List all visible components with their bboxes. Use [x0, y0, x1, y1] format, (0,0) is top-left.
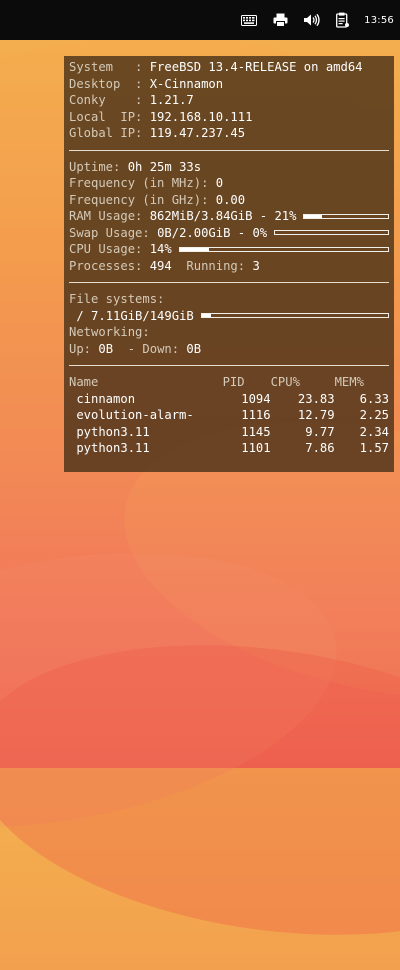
freq-ghz-row: Frequency (in GHz): 0.00	[69, 192, 389, 209]
process-mem: 6.33	[359, 391, 389, 406]
volume-icon[interactable]	[300, 9, 322, 31]
divider	[69, 282, 389, 283]
process-mem: 1.57	[359, 441, 389, 455]
clock[interactable]: 13:56	[364, 15, 394, 26]
ram-usage-bar-fill	[304, 214, 322, 218]
process-pid: 1145	[241, 424, 271, 439]
table-row: evolution-alarm- 1116 12.79 2.25	[69, 407, 389, 424]
filesystems-label: File systems:	[69, 292, 165, 306]
desktop-value: X-Cinnamon	[149, 76, 224, 91]
swap-row: Swap Usage: 0B/2.00GiB - 0%	[69, 225, 389, 242]
ram-value: 862MiB/3.84GiB - 21%	[149, 209, 297, 223]
processes-label: Processes:	[69, 258, 150, 273]
filesystem-usage-value: 7.11GiB/149GiB	[91, 308, 194, 323]
cpu-label: CPU Usage:	[69, 242, 150, 256]
process-pid-header: PID	[222, 375, 245, 389]
process-pid: 1101	[241, 441, 271, 455]
swap-usage-bar	[274, 230, 389, 236]
process-cpu: 9.77	[305, 424, 335, 439]
printer-icon[interactable]	[269, 9, 291, 31]
process-mem-header: MEM%	[334, 375, 364, 389]
process-table: Name PID CPU% MEM% cinnamon 1094 23.83 6…	[69, 374, 389, 457]
ram-usage-bar	[303, 213, 389, 219]
freq-ghz-value: 0.00	[215, 192, 246, 207]
process-name: evolution-alarm-	[69, 408, 194, 422]
freq-mhz-value: 0	[215, 176, 224, 190]
ram-row: RAM Usage: 862MiB/3.84GiB - 21%	[69, 208, 389, 225]
uptime-row: Uptime: 0h 25m 33s	[69, 159, 389, 176]
process-name: cinnamon	[69, 391, 136, 406]
table-row: cinnamon 1094 23.83 6.33	[69, 391, 389, 408]
process-cpu: 12.79	[297, 408, 335, 422]
download-value: 0B	[186, 341, 202, 356]
global-ip-label: Global IP:	[69, 126, 150, 140]
freq-mhz-row: Frequency (in MHz): 0	[69, 175, 389, 192]
freq-ghz-label: Frequency (in GHz):	[69, 192, 216, 207]
local-ip-value: 192.168.10.111	[149, 109, 253, 124]
process-name: python3.11	[69, 441, 150, 455]
process-cpu-header: CPU%	[270, 375, 300, 389]
upload-label: Up:	[69, 341, 99, 356]
clipboard-icon[interactable]	[331, 9, 353, 31]
network-speed-row: Up: 0B - Down: 0B	[69, 341, 389, 358]
cpu-usage-bar	[178, 246, 389, 252]
system-row: System : FreeBSD 13.4-RELEASE on amd64	[69, 59, 389, 76]
conky-value: 1.21.7	[149, 93, 194, 107]
divider	[69, 149, 389, 151]
swap-label: Swap Usage:	[69, 225, 158, 240]
process-pid: 1116	[241, 408, 271, 422]
running-value: 3	[252, 258, 260, 273]
uptime-value: 0h 25m 33s	[127, 159, 202, 174]
processes-row: Processes: 494 Running: 3	[69, 258, 389, 275]
process-cpu: 23.83	[297, 391, 335, 406]
local-ip-row: Local IP: 192.168.10.111	[69, 109, 389, 126]
uptime-label: Uptime:	[69, 159, 128, 174]
process-pid: 1094	[241, 391, 271, 406]
filesystems-header-row: File systems:	[69, 291, 389, 308]
table-row: python3.11 1101 7.86 1.57	[69, 440, 389, 457]
process-name-header: Name	[69, 375, 99, 389]
networking-label: Networking:	[69, 325, 150, 339]
running-label: Running:	[171, 258, 253, 273]
filesystem-mount: /	[69, 308, 92, 323]
cpu-usage-bar-fill	[179, 247, 209, 251]
ram-label: RAM Usage:	[69, 209, 150, 223]
filesystem-usage-bar	[200, 313, 389, 319]
process-name: python3.11	[69, 424, 150, 439]
filesystem-usage-bar-fill	[201, 314, 212, 318]
upload-value: 0B	[98, 341, 114, 356]
cpu-value: 14%	[149, 242, 172, 256]
desktop-row: Desktop : X-Cinnamon	[69, 76, 389, 93]
top-panel: 13:56	[0, 0, 400, 40]
conky-widget: System : FreeBSD 13.4-RELEASE on amd64 D…	[64, 56, 394, 472]
global-ip-value: 119.47.237.45	[149, 126, 246, 140]
divider	[69, 365, 389, 366]
cpu-row: CPU Usage: 14%	[69, 241, 389, 258]
process-table-header: Name PID CPU% MEM%	[69, 374, 389, 391]
desktop-label: Desktop :	[69, 76, 150, 91]
keyboard-icon[interactable]	[238, 9, 260, 31]
table-row: python3.11 1145 9.77 2.34	[69, 424, 389, 441]
process-mem: 2.25	[359, 408, 389, 422]
freq-mhz-label: Frequency (in MHz):	[69, 176, 216, 190]
networking-header-row: Networking:	[69, 324, 389, 341]
process-mem: 2.34	[359, 424, 389, 439]
conky-label: Conky :	[69, 93, 150, 107]
system-value: FreeBSD 13.4-RELEASE on amd64	[149, 60, 363, 74]
processes-value: 494	[149, 258, 172, 273]
download-label: - Down:	[113, 341, 187, 356]
process-cpu: 7.86	[305, 441, 335, 455]
conky-version-row: Conky : 1.21.7	[69, 92, 389, 109]
swap-value: 0B/2.00GiB - 0%	[157, 225, 268, 240]
local-ip-label: Local IP:	[69, 109, 150, 124]
global-ip-row: Global IP: 119.47.237.45	[69, 125, 389, 142]
system-label: System :	[69, 60, 150, 74]
filesystem-root-row: / 7.11GiB/149GiB	[69, 308, 389, 325]
